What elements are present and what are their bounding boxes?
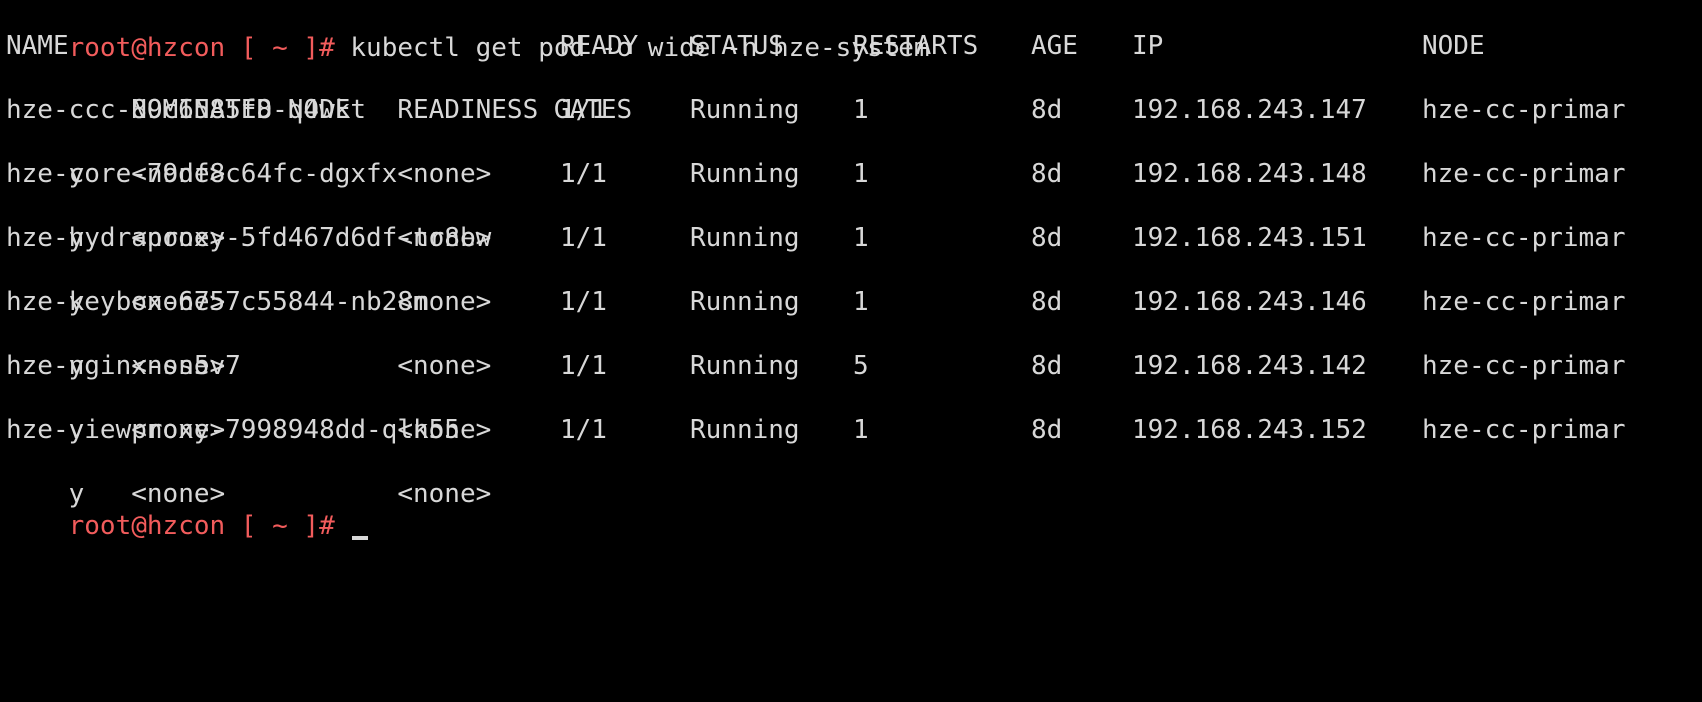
pod-ip: 192.168.243.152 xyxy=(1132,415,1367,445)
shell-prompt: root@hzcon [ ~ ]# xyxy=(68,511,351,541)
header-status: STATUS xyxy=(690,31,784,61)
pod-restarts: 1 xyxy=(853,159,869,189)
pod-restarts: 5 xyxy=(853,351,869,381)
pod-restarts: 1 xyxy=(853,223,869,253)
table-row: hze-hydraproxy-5fd467d6df-tr8bw 1/1 Runn… xyxy=(6,222,1696,254)
pod-ready: 1/1 xyxy=(560,159,607,189)
pod-node: hze-cc-primar xyxy=(1422,287,1626,317)
pod-age: 8d xyxy=(1031,95,1063,125)
table-row-wrap: y <none> <none> xyxy=(6,318,1696,381)
pod-status: Running xyxy=(690,287,800,317)
table-row-wrap: y <none> <none> xyxy=(6,126,1696,189)
table-row: hze-viewproxy-7998948dd-qlk55 1/1 Runnin… xyxy=(6,414,1696,446)
pod-status: Running xyxy=(690,159,800,189)
pod-node: hze-cc-primar xyxy=(1422,95,1626,125)
pod-ip: 192.168.243.148 xyxy=(1132,159,1367,189)
input-line[interactable]: root@hzcon [ ~ ]# xyxy=(6,478,1696,541)
pod-status: Running xyxy=(690,415,800,445)
table-row: hze-nginx-ss5v7 1/1 Running 5 8d 192.168… xyxy=(6,350,1696,382)
pod-restarts: 1 xyxy=(853,287,869,317)
pod-ready: 1/1 xyxy=(560,287,607,317)
pod-status: Running xyxy=(690,223,800,253)
table-row: hze-core-79df8c64fc-dgxfx 1/1 Running 1 … xyxy=(6,158,1696,190)
pod-name: hze-core-79df8c64fc-dgxfx xyxy=(6,159,398,189)
text-cursor xyxy=(352,536,369,540)
pod-age: 8d xyxy=(1031,223,1063,253)
header-restarts: RESTARTS xyxy=(853,31,979,61)
table-row-wrap: y <none> <none> xyxy=(6,254,1696,317)
pod-ip: 192.168.243.151 xyxy=(1132,223,1367,253)
pod-age: 8d xyxy=(1031,287,1063,317)
table-row: hze-keybox-6757c55844-nb28m 1/1 Running … xyxy=(6,286,1696,318)
pod-ready: 1/1 xyxy=(560,95,607,125)
pod-node: hze-cc-primar xyxy=(1422,351,1626,381)
pod-age: 8d xyxy=(1031,415,1063,445)
pod-node: hze-cc-primar xyxy=(1422,159,1626,189)
pod-ready: 1/1 xyxy=(560,223,607,253)
header-node: NODE xyxy=(1422,31,1485,61)
pod-name: hze-nginx-ss5v7 xyxy=(6,351,241,381)
pod-ip: 192.168.243.147 xyxy=(1132,95,1367,125)
terminal-window[interactable]: root@hzcon [ ~ ]# kubectl get pod -o wid… xyxy=(0,0,1702,541)
pod-age: 8d xyxy=(1031,159,1063,189)
pod-node: hze-cc-primar xyxy=(1422,415,1626,445)
table-row: hze-ccc-89c6585f8-q4wkt 1/1 Running 1 8d… xyxy=(6,94,1696,126)
pod-restarts: 1 xyxy=(853,95,869,125)
header-name: NAME xyxy=(6,31,69,61)
pod-status: Running xyxy=(690,95,800,125)
pod-name: hze-hydraproxy-5fd467d6df-tr8bw xyxy=(6,223,492,253)
table-row-wrap: y <none> <none> xyxy=(6,446,1696,509)
table-header: NAME READY STATUS RESTARTS AGE IP NODE xyxy=(6,30,1696,62)
pod-name: hze-viewproxy-7998948dd-qlk55 xyxy=(6,415,460,445)
command-line: root@hzcon [ ~ ]# kubectl get pod -o wid… xyxy=(6,0,1696,63)
pod-ready: 1/1 xyxy=(560,415,607,445)
table-row-wrap: y <none> <none> xyxy=(6,190,1696,253)
table-row-wrap: y <none> <none> xyxy=(6,382,1696,445)
header-ready: READY xyxy=(560,31,639,61)
pod-restarts: 1 xyxy=(853,415,869,445)
table-header-wrap: NOMINATED NODE READINESS GATES xyxy=(6,62,1696,125)
pod-age: 8d xyxy=(1031,351,1063,381)
pod-name: hze-ccc-89c6585f8-q4wkt xyxy=(6,95,367,125)
pod-ip: 192.168.243.142 xyxy=(1132,351,1367,381)
header-ip: IP xyxy=(1132,31,1164,61)
pod-ready: 1/1 xyxy=(560,351,607,381)
pod-name: hze-keybox-6757c55844-nb28m xyxy=(6,287,429,317)
pod-status: Running xyxy=(690,351,800,381)
header-age: AGE xyxy=(1031,31,1078,61)
pod-node: hze-cc-primar xyxy=(1422,223,1626,253)
pod-ip: 192.168.243.146 xyxy=(1132,287,1367,317)
